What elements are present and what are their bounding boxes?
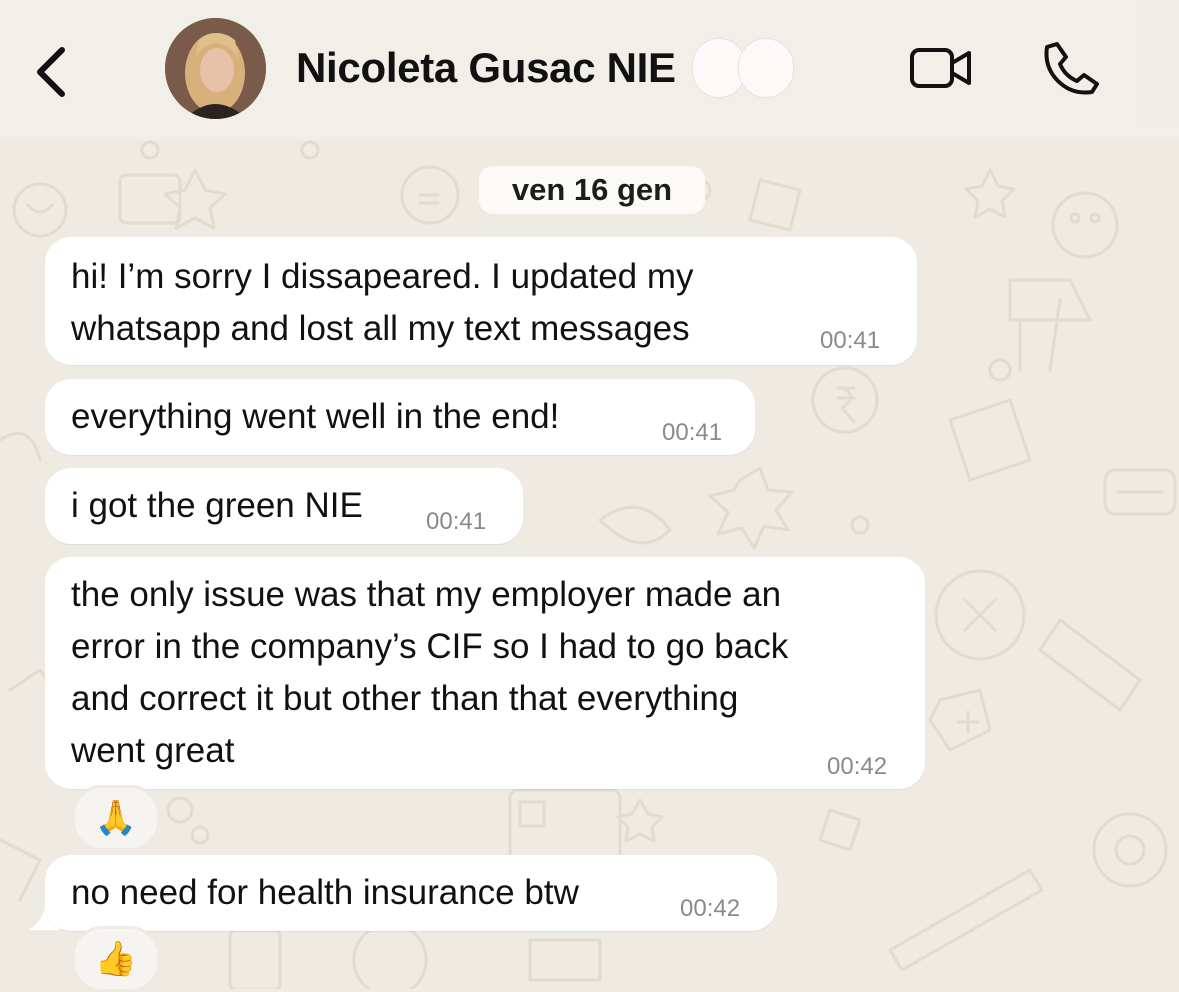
avatar-photo xyxy=(165,18,266,119)
message-text: i got the green NIE xyxy=(71,486,363,525)
date-separator: ven 16 gen xyxy=(479,166,705,214)
message-timestamp: 00:42 xyxy=(680,895,741,922)
message-text: whatsapp and lost all my text messages xyxy=(71,309,690,348)
message-text: no need for health insurance btw xyxy=(71,873,579,912)
message-text: and correct it but other than that every… xyxy=(71,679,739,718)
message-timestamp: 00:41 xyxy=(426,508,487,535)
voice-call-button[interactable] xyxy=(1043,40,1099,96)
message-text: everything went well in the end! xyxy=(71,397,560,436)
message-text: the only issue was that my employer made… xyxy=(71,575,782,614)
message-timestamp: 00:41 xyxy=(820,327,881,354)
message-timestamp: 00:41 xyxy=(662,419,723,446)
message-bubble[interactable]: no need for health insurance btw 00:42 xyxy=(45,855,777,931)
contact-name[interactable]: Nicoleta Gusac NIE xyxy=(296,44,676,92)
back-chevron-icon xyxy=(37,47,65,97)
message-text: error in the company’s CIF so I had to g… xyxy=(71,627,789,666)
message-bubble[interactable]: the only issue was that my employer made… xyxy=(45,557,925,789)
video-call-icon xyxy=(910,48,971,88)
reaction-badge[interactable]: 🙏 xyxy=(72,785,160,851)
folded-hands-emoji: 🙏 xyxy=(94,799,138,837)
chat-header: Nicoleta Gusac NIE xyxy=(0,0,1179,140)
message-timestamp: 00:42 xyxy=(827,753,888,780)
back-button[interactable] xyxy=(28,44,74,100)
contact-avatar[interactable] xyxy=(165,18,266,119)
phone-icon xyxy=(1044,42,1099,95)
reaction-badge[interactable]: 👍 xyxy=(72,926,160,992)
video-call-button[interactable] xyxy=(909,45,973,91)
message-bubble[interactable]: everything went well in the end! 00:41 xyxy=(45,379,755,455)
message-bubble[interactable]: i got the green NIE 00:41 xyxy=(45,468,523,544)
message-text: hi! I’m sorry I dissapeared. I updated m… xyxy=(71,257,694,296)
redaction-blob xyxy=(738,38,794,98)
message-bubble[interactable]: hi! I’m sorry I dissapeared. I updated m… xyxy=(45,237,917,365)
message-text: went great xyxy=(71,731,235,770)
thumbs-up-emoji: 👍 xyxy=(94,940,138,978)
